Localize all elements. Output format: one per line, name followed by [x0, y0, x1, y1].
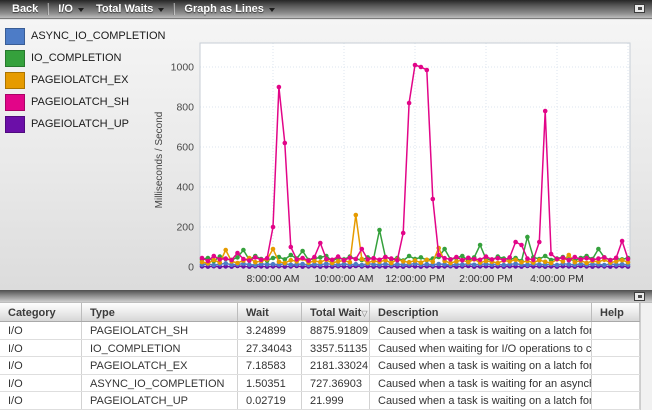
chevron-down-icon: [269, 8, 275, 12]
svg-text:12:00:00 PM: 12:00:00 PM: [385, 273, 445, 285]
column-header-label: Description: [378, 307, 439, 319]
table-body: I/OPAGEIOLATCH_SH3.248998875.91809Caused…: [0, 322, 652, 410]
graph-style-menu-label: Graph as Lines: [184, 3, 263, 15]
category-menu-button[interactable]: I/O: [52, 0, 90, 18]
cell-wait: 7.18583: [238, 357, 302, 374]
legend-item-label: PAGEIOLATCH_UP: [31, 118, 129, 130]
cell-total_wait: 21.999: [302, 392, 370, 409]
column-header-label: Type: [90, 307, 115, 319]
cell-help: [592, 375, 640, 392]
category-menu-label: I/O: [58, 3, 73, 15]
legend-color-swatch-icon: [5, 94, 25, 111]
back-button[interactable]: Back: [6, 0, 44, 18]
svg-text:10:00:00 AM: 10:00:00 AM: [315, 273, 374, 285]
cell-wait: 27.34043: [238, 340, 302, 357]
table-header-row: Category Type Wait Total Wait▽ Description He…: [0, 303, 652, 322]
graph-style-menu-button[interactable]: Graph as Lines: [178, 0, 280, 18]
toolbar-separator: [173, 3, 175, 15]
table-row[interactable]: I/OASYNC_IO_COMPLETION1.50351727.36903Ca…: [0, 375, 652, 393]
toolbar-separator: [47, 3, 49, 15]
cell-wait: 3.24899: [238, 322, 302, 339]
svg-text:800: 800: [176, 102, 194, 114]
cell-total_wait: 727.36903: [302, 375, 370, 392]
cell-wait: 0.02719: [238, 392, 302, 409]
table-row[interactable]: I/OPAGEIOLATCH_EX7.185832181.33024Caused…: [0, 357, 652, 375]
column-header-total-wait[interactable]: Total Wait▽: [302, 303, 370, 321]
column-header-label: Category: [8, 307, 56, 319]
legend-item[interactable]: PAGEIOLATCH_UP: [5, 115, 165, 133]
cell-description: Caused when waiting for I/O operations t…: [370, 340, 592, 357]
svg-text:8:00:00 AM: 8:00:00 AM: [246, 273, 299, 285]
legend-item-label: PAGEIOLATCH_SH: [31, 96, 129, 108]
svg-text:200: 200: [176, 222, 194, 234]
cell-type: PAGEIOLATCH_UP: [82, 392, 238, 409]
table-row[interactable]: I/OIO_COMPLETION27.340433357.51135Caused…: [0, 340, 652, 358]
cell-help: [592, 322, 640, 339]
collapse-panel-icon[interactable]: [634, 292, 645, 301]
table-scrollbar[interactable]: [640, 303, 652, 410]
cell-category: I/O: [0, 375, 82, 392]
cell-category: I/O: [0, 340, 82, 357]
legend-color-swatch-icon: [5, 116, 25, 133]
horizontal-splitter[interactable]: [0, 290, 652, 303]
legend-color-swatch-icon: [5, 50, 25, 67]
column-header-wait[interactable]: Wait: [238, 303, 302, 321]
column-header-label: Total Wait: [310, 307, 361, 319]
legend-item[interactable]: ASYNC_IO_COMPLETION: [5, 27, 165, 45]
chevron-down-icon: [78, 8, 84, 12]
wait-mode-menu-button[interactable]: Total Waits: [90, 0, 170, 18]
cell-description: Caused when a task is waiting on a latch…: [370, 392, 592, 409]
panel-toggle-icon[interactable]: [634, 4, 645, 13]
cell-total_wait: 8875.91809: [302, 322, 370, 339]
svg-text:0: 0: [188, 262, 194, 274]
column-header-label: Help: [600, 307, 624, 319]
svg-text:4:00:00 PM: 4:00:00 PM: [530, 273, 584, 285]
column-header-label: Wait: [246, 307, 269, 319]
column-header-category[interactable]: Category: [0, 303, 82, 321]
legend-item[interactable]: PAGEIOLATCH_EX: [5, 71, 165, 89]
cell-wait: 1.50351: [238, 375, 302, 392]
wait-stats-line-chart: 0 200 400 600 800 1000 8:00:00 AM 10:00:00 AM 12…: [150, 20, 652, 290]
legend-item-label: PAGEIOLATCH_EX: [31, 74, 128, 86]
legend-item[interactable]: PAGEIOLATCH_SH: [5, 93, 165, 111]
cell-help: [592, 357, 640, 374]
column-header-help[interactable]: Help: [592, 303, 640, 321]
svg-text:2:00:00 PM: 2:00:00 PM: [459, 273, 513, 285]
cell-description: Caused when a task is waiting on a latch…: [370, 357, 592, 374]
cell-total_wait: 2181.33024: [302, 357, 370, 374]
table-row[interactable]: I/OPAGEIOLATCH_SH3.248998875.91809Caused…: [0, 322, 652, 340]
cell-description: Caused when a task is waiting on a latch…: [370, 322, 592, 339]
chevron-down-icon: [158, 8, 164, 12]
legend-item[interactable]: IO_COMPLETION: [5, 49, 165, 67]
y-axis-title: Milliseconds / Second: [154, 112, 165, 209]
cell-category: I/O: [0, 392, 82, 409]
legend-color-swatch-icon: [5, 72, 25, 89]
cell-total_wait: 3357.51135: [302, 340, 370, 357]
svg-text:400: 400: [176, 182, 194, 194]
svg-text:1000: 1000: [171, 62, 195, 74]
cell-type: PAGEIOLATCH_EX: [82, 357, 238, 374]
table-row[interactable]: I/OPAGEIOLATCH_UP0.0271921.999Caused whe…: [0, 392, 652, 410]
sort-descending-icon: ▽: [361, 309, 367, 318]
cell-help: [592, 340, 640, 357]
legend-color-swatch-icon: [5, 28, 25, 45]
wait-stats-chart-panel: ASYNC_IO_COMPLETION IO_COMPLETION PAGEIO…: [0, 20, 652, 290]
top-toolbar: Back I/O Total Waits Graph as Lines: [0, 0, 652, 19]
column-header-type[interactable]: Type: [82, 303, 238, 321]
chart-legend: ASYNC_IO_COMPLETION IO_COMPLETION PAGEIO…: [5, 27, 165, 137]
legend-item-label: ASYNC_IO_COMPLETION: [31, 30, 165, 42]
cell-type: PAGEIOLATCH_SH: [82, 322, 238, 339]
cell-category: I/O: [0, 357, 82, 374]
cell-type: IO_COMPLETION: [82, 340, 238, 357]
back-button-label: Back: [12, 3, 38, 15]
legend-item-label: IO_COMPLETION: [31, 52, 121, 64]
svg-text:600: 600: [176, 142, 194, 154]
wait-types-table: Category Type Wait Total Wait▽ Description He…: [0, 303, 652, 410]
column-header-description[interactable]: Description: [370, 303, 592, 321]
cell-description: Caused when a task is waiting for an asy…: [370, 375, 592, 392]
cell-type: ASYNC_IO_COMPLETION: [82, 375, 238, 392]
wait-mode-menu-label: Total Waits: [96, 3, 153, 15]
cell-help: [592, 392, 640, 409]
cell-category: I/O: [0, 322, 82, 339]
